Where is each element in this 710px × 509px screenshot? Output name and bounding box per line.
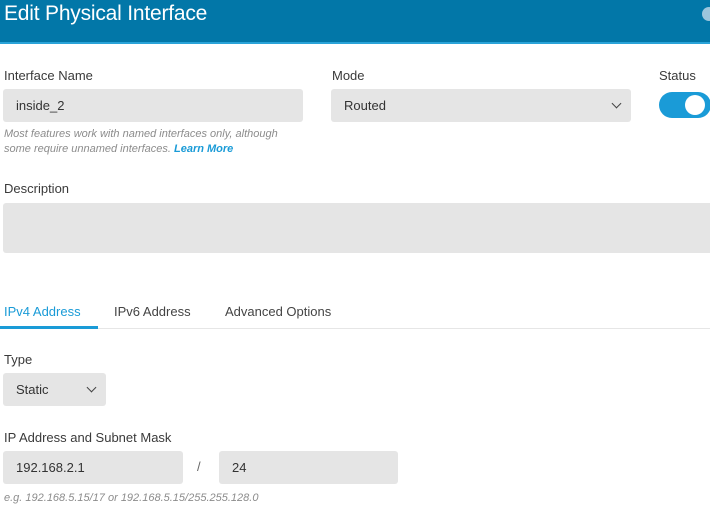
tab-ipv4-address[interactable]: IPv4 Address [4, 304, 81, 319]
mode-label: Mode [332, 68, 365, 83]
ip-example-help: e.g. 192.168.5.15/17 or 192.168.5.15/255… [4, 492, 259, 504]
toggle-knob [685, 95, 705, 115]
description-input[interactable] [3, 203, 710, 253]
mode-selected-value: Routed [344, 98, 386, 113]
chevron-down-icon [86, 382, 97, 393]
interface-name-label: Interface Name [4, 68, 93, 83]
interface-name-help: Most features work with named interfaces… [4, 127, 278, 157]
interface-name-value: inside_2 [16, 98, 65, 113]
ip-address-value: 192.168.2.1 [16, 460, 85, 475]
help-line-2: some require unnamed interfaces. [4, 143, 171, 155]
address-tabs: IPv4 Address IPv6 Address Advanced Optio… [0, 296, 710, 329]
chevron-down-icon [611, 98, 622, 109]
subnet-separator: / [197, 459, 201, 474]
subnet-mask-value: 24 [232, 460, 247, 475]
help-line-1: Most features work with named interfaces… [4, 128, 278, 140]
dialog-title: Edit Physical Interface [4, 2, 208, 25]
interface-name-input[interactable]: inside_2 [3, 89, 303, 122]
subnet-mask-input[interactable]: 24 [219, 451, 398, 484]
active-tab-indicator [0, 326, 98, 329]
dialog-header: Edit Physical Interface [0, 0, 710, 44]
type-select[interactable]: Static [3, 373, 106, 406]
tab-advanced-options[interactable]: Advanced Options [225, 304, 331, 319]
type-label: Type [4, 352, 33, 367]
tab-ipv6-address[interactable]: IPv6 Address [114, 304, 191, 319]
mode-select[interactable]: Routed [331, 89, 631, 122]
type-selected-value: Static [16, 382, 49, 397]
close-icon[interactable] [702, 7, 710, 21]
status-toggle[interactable] [659, 92, 710, 118]
ip-address-input[interactable]: 192.168.2.1 [3, 451, 183, 484]
ip-address-label: IP Address and Subnet Mask [4, 430, 172, 445]
learn-more-link[interactable]: Learn More [174, 143, 233, 155]
status-label: Status [659, 68, 696, 83]
description-label: Description [4, 181, 70, 196]
